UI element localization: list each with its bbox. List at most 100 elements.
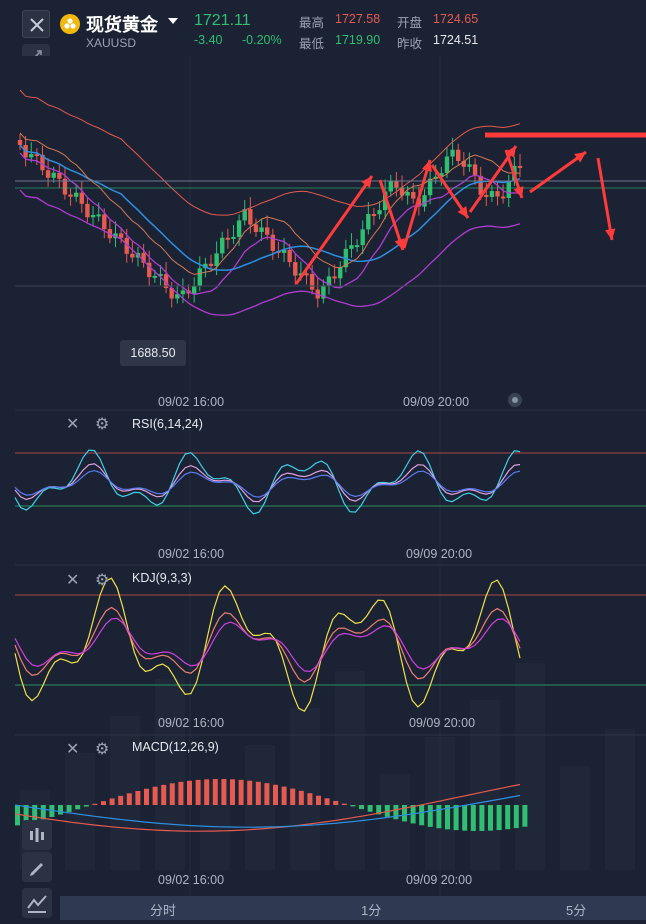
rsi-settings-icon[interactable]: ⚙ xyxy=(95,414,109,434)
candle-body xyxy=(444,156,450,174)
close-button[interactable] xyxy=(22,10,50,38)
macd-histogram-bar xyxy=(247,780,253,805)
macd-histogram-bar xyxy=(195,779,201,805)
macd-histogram-bar xyxy=(169,783,175,805)
low-label: 最低 xyxy=(299,37,325,51)
candle-body xyxy=(90,214,96,218)
line-tool-button[interactable] xyxy=(22,888,52,918)
candle-body xyxy=(338,267,343,279)
pencil-button[interactable] xyxy=(22,852,52,882)
macd-close-icon[interactable]: ✕ xyxy=(66,739,79,759)
candle-body xyxy=(236,220,242,237)
scroll-handle[interactable] xyxy=(508,393,522,407)
rsi-x-label-2: 09/09 20:00 xyxy=(406,547,473,561)
candle-body xyxy=(360,229,365,246)
candle-body xyxy=(96,214,101,217)
macd-histogram-bar xyxy=(298,790,304,805)
tab-5min[interactable]: 5分 xyxy=(566,900,586,919)
macd-histogram-bar xyxy=(58,805,63,815)
macd-histogram-bar xyxy=(255,781,261,805)
candle-body xyxy=(264,227,270,235)
open-label: 开盘 xyxy=(397,16,423,30)
candle-body xyxy=(388,180,393,192)
macd-histogram-bar xyxy=(419,805,425,826)
candle-body xyxy=(191,286,197,294)
macd-x-label-2: 09/09 20:00 xyxy=(406,873,473,887)
candle-body xyxy=(17,140,23,145)
candle-body xyxy=(214,253,219,267)
candle-body xyxy=(405,192,410,196)
macd-histogram-bar xyxy=(307,793,313,805)
macd-histogram-bar xyxy=(118,795,124,805)
candle-body xyxy=(517,165,523,168)
macd-histogram-bar xyxy=(341,803,347,805)
macd-histogram-bar xyxy=(230,779,235,805)
gold-coin-icon xyxy=(60,14,80,34)
candle-body xyxy=(45,170,51,178)
skyline-block xyxy=(335,671,365,870)
kdj-settings-icon[interactable]: ⚙ xyxy=(95,570,109,590)
skyline-block xyxy=(515,663,545,870)
macd-histogram-bar xyxy=(66,805,72,812)
candle-body xyxy=(394,180,399,188)
skyline-block xyxy=(605,729,635,870)
high-value: 1727.58 xyxy=(335,12,381,26)
macd-histogram-bar xyxy=(273,784,278,805)
candle-body xyxy=(85,203,90,218)
macd-histogram-bar xyxy=(178,781,184,805)
candle-body xyxy=(259,227,264,232)
macd-histogram-bar xyxy=(135,790,141,805)
candle-body xyxy=(467,164,472,167)
candle-body xyxy=(366,214,371,230)
macd-histogram-bar xyxy=(204,779,210,805)
macd-histogram-bar xyxy=(161,784,167,805)
macd-histogram-bar xyxy=(221,779,227,805)
main-x-label-2: 09/09 20:00 xyxy=(403,395,470,409)
tab-tick[interactable]: 分时 xyxy=(150,900,176,919)
candle-body xyxy=(309,273,315,290)
tab-1min[interactable]: 1分 xyxy=(361,900,381,919)
candle-body xyxy=(332,276,337,279)
high-label: 最高 xyxy=(299,16,325,30)
low-price-marker: 1688.50 xyxy=(120,340,186,366)
macd-settings-icon[interactable]: ⚙ xyxy=(95,739,109,759)
candle-body xyxy=(450,149,455,157)
skyline-block xyxy=(245,745,275,870)
candle-body xyxy=(489,191,495,197)
macd-histogram-bar xyxy=(496,805,502,831)
macd-histogram-bar xyxy=(40,805,46,820)
candle-body xyxy=(197,268,202,287)
candle-body xyxy=(248,209,253,225)
candle-body xyxy=(102,214,107,230)
macd-histogram-bar xyxy=(92,803,98,805)
kdj-x-label-2: 09/09 20:00 xyxy=(409,716,476,730)
instrument-symbol: XAUUSD xyxy=(86,36,137,50)
macd-histogram-bar xyxy=(350,805,356,807)
candle-body xyxy=(152,275,158,278)
candle-body xyxy=(484,194,489,197)
candle-body xyxy=(472,164,478,176)
instrument-title[interactable]: 现货黄金 xyxy=(86,11,158,37)
candle-body xyxy=(287,249,292,263)
candle-body xyxy=(456,149,461,162)
candle-body xyxy=(118,233,124,238)
kdj-close-icon[interactable]: ✕ xyxy=(66,570,79,590)
macd-histogram-bar xyxy=(427,805,433,827)
macd-histogram-bar xyxy=(152,786,158,805)
candle-body xyxy=(73,192,79,197)
candle-body xyxy=(51,172,56,178)
macd-histogram-bar xyxy=(281,786,287,805)
macd-histogram-bar xyxy=(212,779,218,805)
rsi-close-icon[interactable]: ✕ xyxy=(66,414,79,434)
line-tool-icon xyxy=(27,895,47,913)
close-icon xyxy=(30,18,44,32)
indicator-button[interactable] xyxy=(22,820,52,850)
candle-body xyxy=(208,263,214,267)
macd-histogram-bar xyxy=(187,780,192,805)
caret-down-icon[interactable] xyxy=(168,18,178,24)
candlestick-chart[interactable] xyxy=(0,56,646,896)
price-change: -3.40 xyxy=(194,33,223,47)
low-value: 1719.90 xyxy=(335,33,381,47)
macd-histogram-bar xyxy=(333,800,339,805)
macd-histogram-bar xyxy=(238,779,244,805)
